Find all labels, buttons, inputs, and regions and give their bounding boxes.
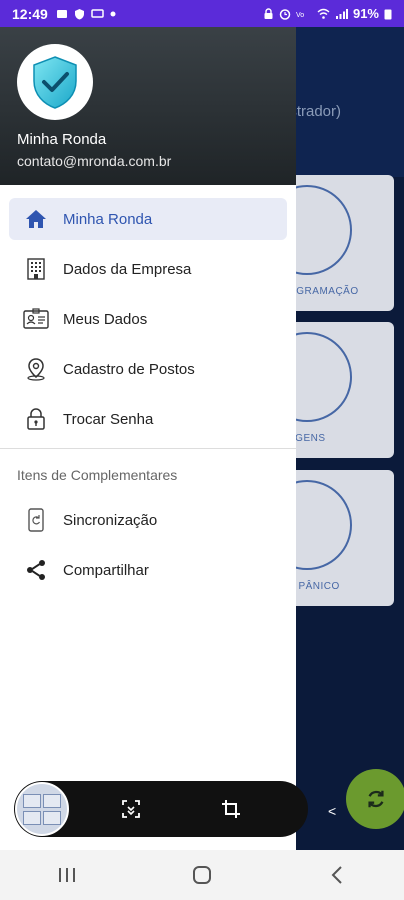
thumbnail-tile (43, 794, 61, 808)
system-nav-bar (0, 850, 404, 900)
menu-item-label: Trocar Senha (63, 410, 154, 428)
drawer-header: Minha Ronda contato@mronda.com.br (0, 27, 296, 185)
thumbnail-tile (23, 811, 41, 825)
home-icon (23, 206, 49, 232)
crop-button[interactable] (211, 789, 251, 829)
share-icon (23, 557, 49, 583)
scroll-capture-icon (122, 800, 140, 818)
menu-item-label: Sincronização (63, 511, 158, 529)
menu-item-dados-da-empresa[interactable]: Dados da Empresa (9, 248, 287, 290)
screenshot-thumbnail[interactable] (15, 782, 69, 836)
recent-apps-button[interactable] (47, 855, 87, 895)
id-card-icon (23, 306, 49, 332)
svg-text:Vo: Vo (296, 12, 304, 19)
back-icon (331, 866, 342, 884)
menu-item-label: Dados da Empresa (63, 260, 192, 278)
dot-icon (110, 11, 116, 16)
menu-item-label: Compartilhar (63, 561, 149, 579)
alarm-icon (279, 8, 291, 20)
menu-item-meus-dados[interactable]: Meus Dados (9, 298, 287, 340)
back-button[interactable] (317, 855, 357, 895)
sync-device-icon (23, 507, 49, 533)
status-bar: 12:49 Vo 91% (0, 0, 404, 27)
shield-logo-icon (33, 56, 77, 109)
signal-icon (335, 8, 348, 19)
chevron-left-icon[interactable]: < (328, 803, 336, 819)
card-label: OGRAMAÇÃO (288, 286, 359, 297)
lock-icon (23, 406, 49, 432)
home-button[interactable] (182, 855, 222, 895)
status-icons-left (56, 8, 116, 20)
menu-item-compartilhar[interactable]: Compartilhar (9, 549, 287, 591)
map-pin-icon (23, 356, 49, 382)
menu-item-minha-ronda[interactable]: Minha Ronda (9, 198, 287, 240)
navigation-drawer: Minha Ronda contato@mronda.com.br Minha … (0, 27, 296, 850)
crop-icon (222, 800, 240, 818)
thumbnail-tile (23, 794, 41, 808)
volte-icon: Vo (296, 12, 304, 19)
user-name: Minha Ronda (17, 131, 107, 148)
menu-item-label: Minha Ronda (63, 210, 153, 228)
status-icons-right: Vo 91% (263, 6, 392, 21)
battery-icon (384, 9, 392, 19)
status-time: 12:49 (12, 5, 48, 22)
shield-icon (74, 8, 84, 19)
menu-item-trocar-senha[interactable]: Trocar Senha (9, 398, 287, 440)
drawer-menu: Minha Ronda Dados da Empresa Meus Dados … (0, 185, 296, 591)
refresh-icon (368, 790, 384, 808)
menu-item-label: Meus Dados (63, 310, 148, 328)
section-title: Itens de Complementares (17, 467, 178, 483)
recent-apps-icon (59, 868, 76, 882)
screen-icon (91, 8, 104, 18)
thumbnail-tile (43, 811, 61, 825)
scroll-capture-button[interactable] (111, 789, 151, 829)
wifi-icon (317, 8, 330, 19)
menu-item-sincronizacao[interactable]: Sincronização (9, 499, 287, 541)
avatar[interactable] (17, 44, 93, 120)
floating-screenshot-toolbar (14, 781, 308, 837)
refresh-button[interactable] (346, 769, 404, 829)
photo-icon (56, 9, 67, 18)
building-icon (23, 256, 49, 282)
lock-icon (264, 7, 273, 19)
home-nav-icon (192, 866, 211, 884)
user-email: contato@mronda.com.br (17, 153, 172, 169)
battery-level: 91% (352, 6, 379, 21)
menu-item-cadastro-de-postos[interactable]: Cadastro de Postos (9, 348, 287, 390)
menu-item-label: Cadastro de Postos (63, 360, 195, 378)
